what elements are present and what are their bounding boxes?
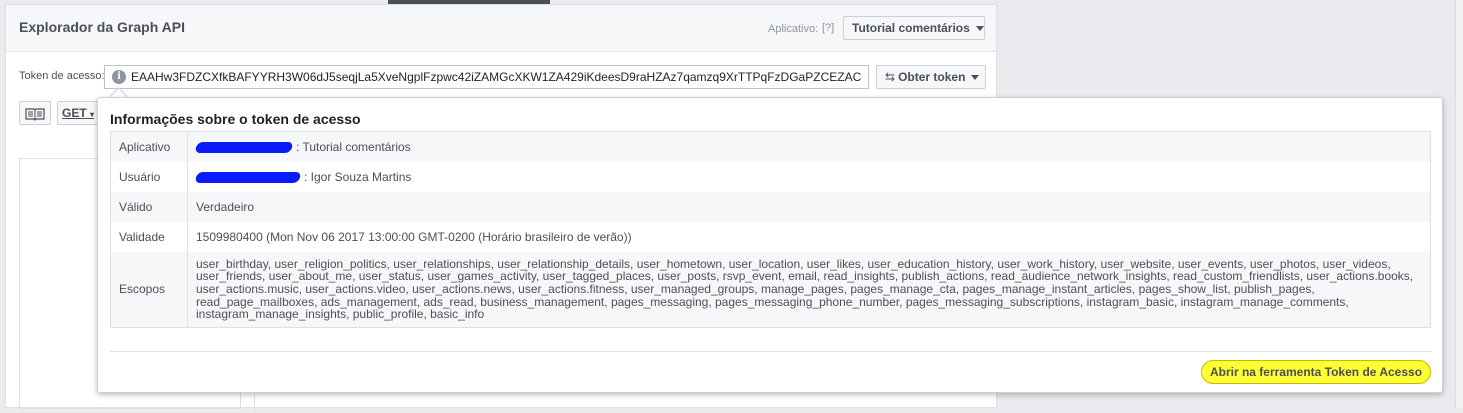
swap-icon: ⇆ <box>885 70 896 84</box>
scopes-value: user_birthday, user_religion_politics, u… <box>187 251 1431 328</box>
get-token-button[interactable]: ⇆ Obter token <box>876 65 986 89</box>
help-link[interactable]: [?] <box>822 22 834 34</box>
scrollbar[interactable] <box>1455 0 1463 408</box>
row-key: Validade <box>110 221 188 252</box>
popover-title: Informações sobre o token de acesso <box>110 111 361 127</box>
row-key: Válido <box>110 191 188 222</box>
redaction-mark <box>194 142 294 154</box>
access-token-value: EAAHw3FDZCXfkBAFYYRH3W06dJ5seqjLa5XveNgp… <box>131 70 862 84</box>
panel-header: Explorador da Graph API Aplicativo: [?] … <box>6 5 996 52</box>
table-row: Válido Verdadeiro <box>110 191 1431 222</box>
table-row: Usuário : Igor Souza Martins <box>110 161 1431 192</box>
expiry-value: 1509980400 (Mon Nov 06 2017 13:00:00 GMT… <box>196 229 632 244</box>
row-key: Escopos <box>110 251 188 328</box>
caret-icon: ▾ <box>90 110 95 119</box>
book-icon <box>25 108 45 121</box>
user-name-value: : Igor Souza Martins <box>304 169 412 184</box>
app-name-value: : Tutorial comentários <box>296 139 411 154</box>
page-title: Explorador da Graph API <box>19 19 185 35</box>
open-token-tool-button[interactable]: Abrir na ferramenta Token de Acesso <box>1201 360 1431 384</box>
app-label: Aplicativo: <box>768 23 819 35</box>
chevron-down-icon <box>971 75 980 81</box>
token-info-popover: Informações sobre o token de acesso Apli… <box>97 97 1443 393</box>
token-info-table: Aplicativo : Tutorial comentários Usuári… <box>110 131 1431 329</box>
valid-value: Verdadeiro <box>187 191 1431 222</box>
info-icon[interactable]: i <box>112 70 126 84</box>
http-method-label: GET <box>62 106 87 120</box>
redaction-mark <box>194 171 302 183</box>
app-select-dropdown[interactable]: Tutorial comentários <box>843 16 985 40</box>
divider <box>110 351 1431 352</box>
docs-book-button[interactable] <box>19 101 51 125</box>
app-select-label: Tutorial comentários <box>852 21 970 35</box>
row-value: : Igor Souza Martins <box>188 162 1431 192</box>
row-key: Aplicativo <box>110 131 188 162</box>
get-token-label: Obter token <box>898 70 966 84</box>
table-row: Escopos user_birthday, user_religion_pol… <box>110 251 1431 328</box>
chevron-down-icon <box>975 26 984 32</box>
token-label: Token de acesso: <box>19 70 105 82</box>
table-row: Validade 1509980400 (Mon Nov 06 2017 13:… <box>110 221 1431 252</box>
table-row: Aplicativo : Tutorial comentários <box>110 131 1431 162</box>
access-token-input[interactable]: i EAAHw3FDZCXfkBAFYYRH3W06dJ5seqjLa5XveN… <box>104 65 869 89</box>
row-key: Usuário <box>110 161 188 192</box>
http-method-dropdown[interactable]: GET ▾ <box>57 101 99 125</box>
row-value: : Tutorial comentários <box>187 131 1431 162</box>
